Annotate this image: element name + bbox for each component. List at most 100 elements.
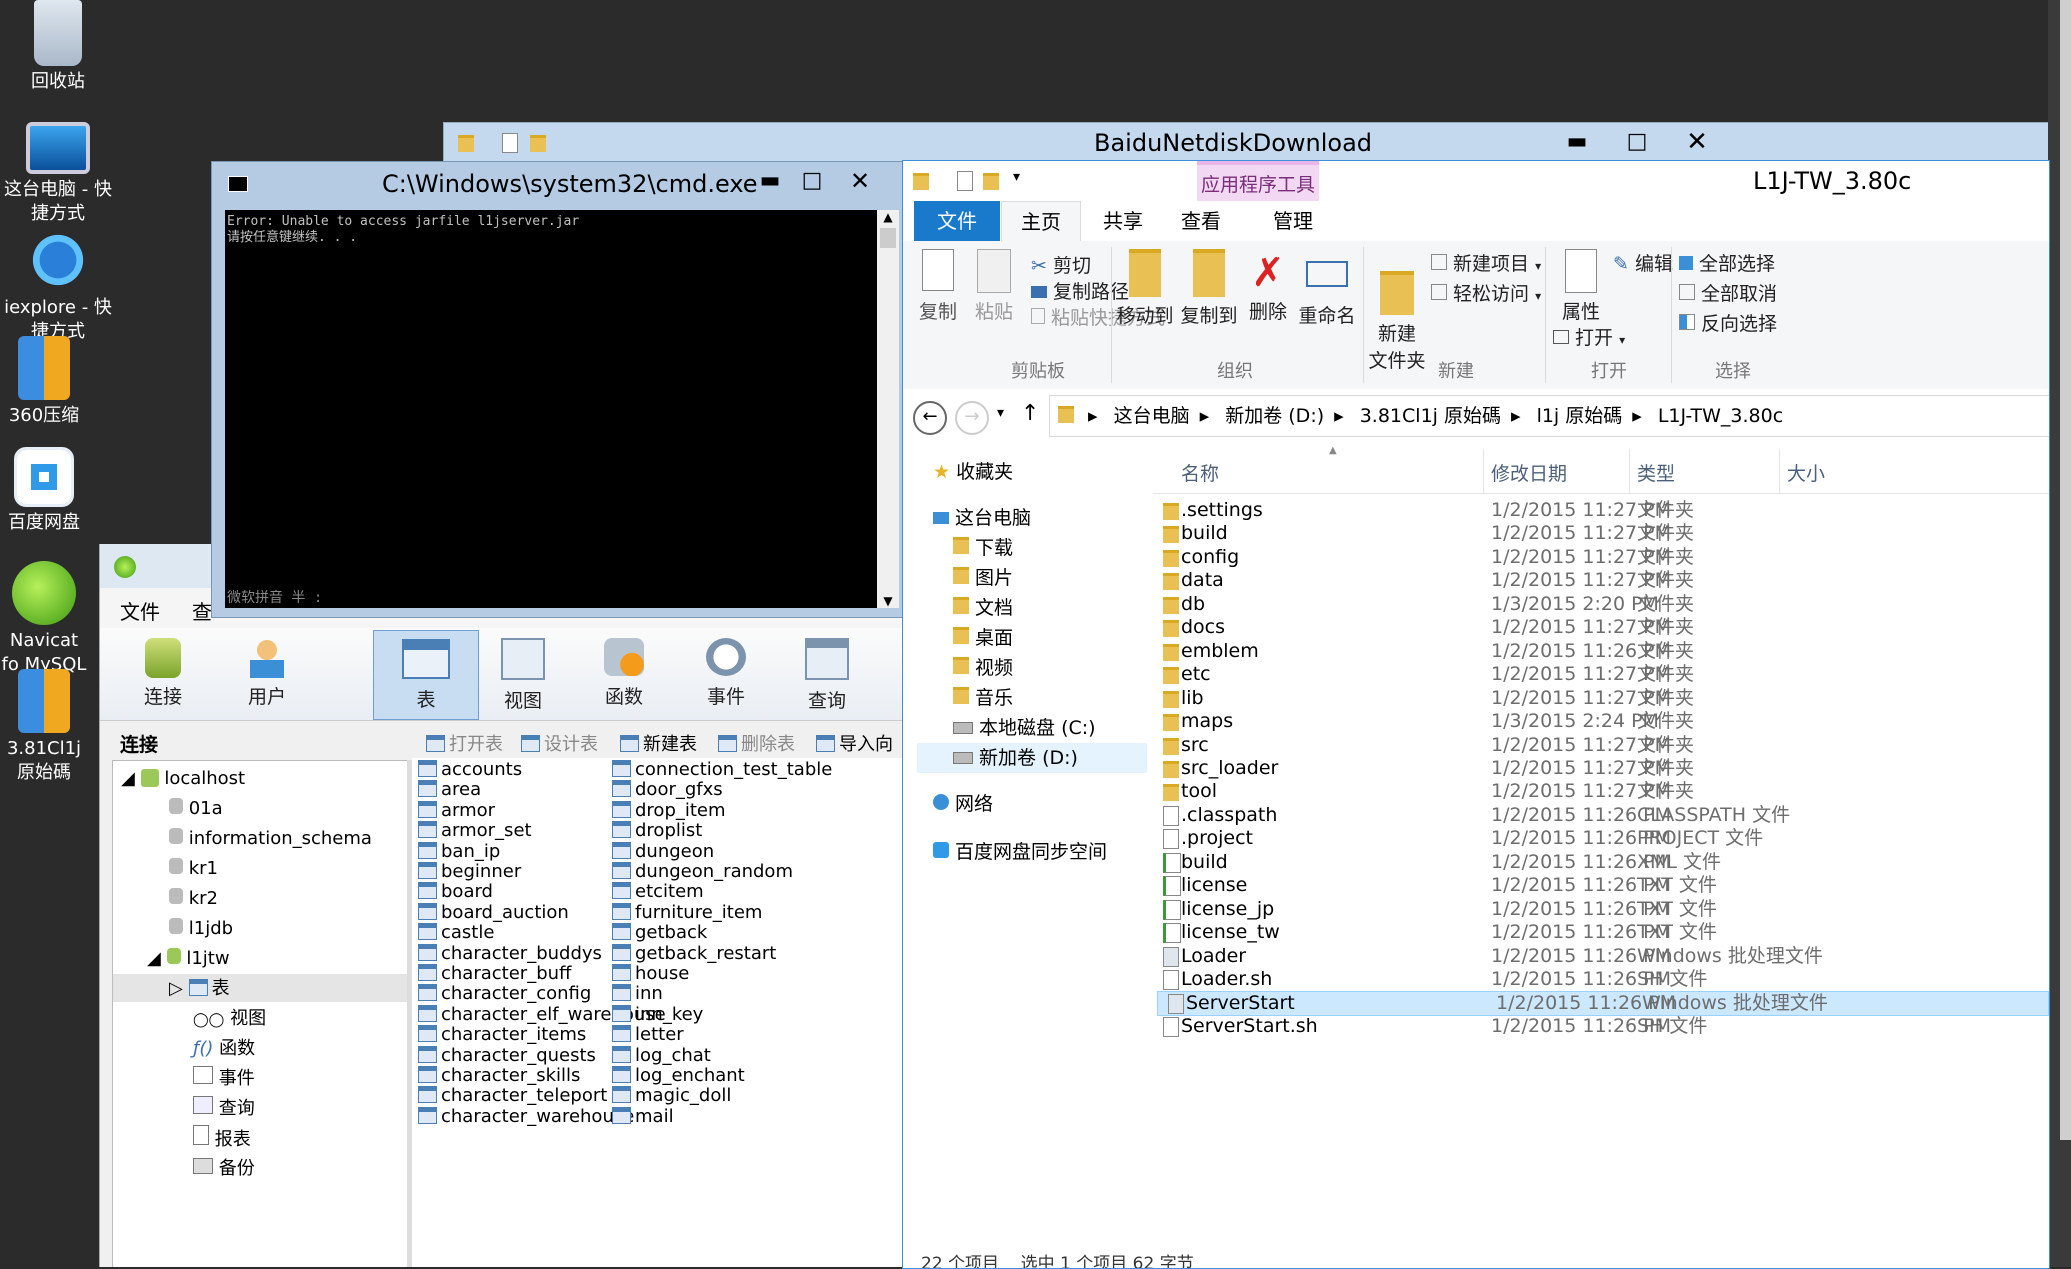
file-row[interactable]: .settings 1/2/2015 11:27 PM 文件夹: [1153, 499, 2049, 522]
new-item-button[interactable]: 新建项目 ▾: [1431, 249, 1541, 276]
connection-tree[interactable]: ◢ localhost 01a information_schema kr1 k…: [112, 760, 408, 1267]
toolbar-query-button[interactable]: 查询: [787, 638, 867, 713]
tables-list[interactable]: accounts area armor armor_set ban_ip beginner…: [412, 758, 905, 1267]
table-list-item[interactable]: getback_restart: [612, 943, 776, 964]
table-list-item[interactable]: inn: [612, 984, 663, 1004]
table-list-item[interactable]: droplist: [612, 821, 702, 841]
tree-node-backup[interactable]: 备份: [193, 1155, 255, 1182]
tree-node-db[interactable]: kr2: [169, 885, 218, 912]
table-list-item[interactable]: log_enchant: [612, 1066, 745, 1086]
table-list-item[interactable]: character_skills: [418, 1066, 580, 1086]
file-row[interactable]: build 1/2/2015 11:26 PM XML 文件: [1153, 851, 2049, 874]
toolbar-function-button[interactable]: 函数: [584, 638, 664, 709]
table-list-item[interactable]: armor_set: [418, 821, 532, 841]
minimize-button[interactable]: ▬: [1547, 123, 1607, 163]
toolbar-event-button[interactable]: 事件: [686, 638, 766, 709]
file-row[interactable]: emblem 1/2/2015 11:26 PM 文件夹: [1153, 640, 2049, 663]
file-row[interactable]: ServerStart.sh 1/2/2015 11:26 PM SH 文件: [1153, 1015, 2049, 1038]
nav-desktop[interactable]: 桌面: [953, 623, 1013, 653]
nav-documents[interactable]: 文档: [953, 593, 1013, 623]
tree-node-reports[interactable]: 报表: [193, 1125, 251, 1152]
table-list-item[interactable]: mail: [612, 1106, 674, 1127]
file-row[interactable]: src_loader 1/2/2015 11:27 PM 文件夹: [1153, 757, 2049, 780]
file-row[interactable]: .project 1/2/2015 11:26 PM PROJECT 文件: [1153, 827, 2049, 850]
column-header-size[interactable]: 大小: [1787, 459, 1825, 486]
tree-node-db[interactable]: kr1: [169, 855, 218, 882]
table-list-item[interactable]: etcitem: [612, 882, 704, 902]
table-list-item[interactable]: character_warehouse: [418, 1106, 634, 1127]
select-all-button[interactable]: 全部选择: [1679, 249, 1775, 276]
select-none-button[interactable]: 全部取消: [1679, 279, 1777, 306]
tree-node-db[interactable]: l1jdb: [169, 915, 233, 942]
column-header-date[interactable]: 修改日期: [1491, 459, 1567, 486]
tree-node-functions[interactable]: ƒ() 函数: [193, 1035, 255, 1062]
breadcrumb-item[interactable]: L1J-TW_3.80c: [1658, 405, 1783, 427]
breadcrumb-item[interactable]: 这台电脑: [1114, 405, 1190, 427]
file-row[interactable]: tool 1/2/2015 11:27 PM 文件夹: [1153, 780, 2049, 803]
nav-videos[interactable]: 视频: [953, 653, 1013, 683]
tree-node-events[interactable]: 事件: [193, 1065, 255, 1092]
desktop-icon-ie[interactable]: iexplore - 快捷方式: [0, 228, 122, 344]
recent-locations-chevron-icon[interactable]: ▾: [997, 405, 1004, 421]
table-list-item[interactable]: house: [612, 964, 689, 984]
forward-button[interactable]: →: [955, 401, 989, 435]
file-row[interactable]: config 1/2/2015 11:27 PM 文件夹: [1153, 546, 2049, 569]
table-list-item[interactable]: dungeon_random: [612, 862, 793, 882]
column-header-type[interactable]: 类型: [1637, 459, 1675, 486]
file-row[interactable]: license_jp 1/2/2015 11:26 PM TXT 文件: [1153, 898, 2049, 921]
table-list-item[interactable]: dungeon: [612, 841, 714, 862]
toolbar-connect-button[interactable]: 连接: [128, 638, 198, 709]
toolbar-view-button[interactable]: 视图: [483, 638, 563, 713]
properties-button[interactable]: 属性: [1553, 249, 1609, 324]
navicat-window[interactable]: 文件 查 连接 用户 表 视图 函数 事件 查询 连接 打开表 设计表 新建表 …: [99, 544, 905, 1267]
scroll-thumb[interactable]: [880, 228, 896, 248]
table-list-item[interactable]: furniture_item: [612, 902, 762, 923]
tree-node-db-open[interactable]: ◢ l1jtw: [147, 945, 230, 972]
open-button[interactable]: 打开 ▾: [1553, 323, 1625, 350]
file-row[interactable]: license 1/2/2015 11:26 PM TXT 文件: [1153, 874, 2049, 897]
desktop-icon-recycle-bin[interactable]: 回收站: [3, 0, 113, 94]
nav-baidu-sync[interactable]: 百度网盘同步空间: [933, 837, 1107, 867]
navigation-pane[interactable]: ★ 收藏夹 这台电脑 下载 图片 文档 桌面 视频 音乐 本地磁盘 (C:) 新…: [903, 445, 1153, 1268]
tree-node-db[interactable]: 01a: [169, 795, 223, 822]
file-row[interactable]: ServerStart 1/2/2015 11:26 PM Windows 批处理文…: [1157, 991, 2049, 1017]
tab-view[interactable]: 查看: [1161, 201, 1241, 241]
file-row[interactable]: Loader 1/2/2015 11:26 PM Windows 批处理文件: [1153, 945, 2049, 968]
scroll-down-icon[interactable]: ▼: [877, 594, 899, 608]
nav-drive-d[interactable]: 新加卷 (D:): [953, 743, 1078, 773]
table-list-item[interactable]: log_chat: [612, 1045, 711, 1066]
nav-drive-c[interactable]: 本地磁盘 (C:): [953, 713, 1096, 743]
copy-button[interactable]: 复制: [913, 249, 963, 324]
nav-network[interactable]: 网络: [933, 789, 993, 819]
desktop-icon-baidu[interactable]: 百度网盘: [0, 447, 99, 535]
nav-this-pc[interactable]: 这台电脑: [933, 503, 1031, 533]
file-row[interactable]: lib 1/2/2015 11:27 PM 文件夹: [1153, 687, 2049, 710]
tab-share[interactable]: 共享: [1083, 201, 1163, 241]
toolbar-user-button[interactable]: 用户: [232, 638, 302, 709]
baidu-download-window[interactable]: BaiduNetdiskDownload ▬ □ ✕: [443, 122, 2071, 164]
table-list-item[interactable]: character_buff: [418, 964, 571, 984]
table-list-item[interactable]: board: [418, 882, 493, 902]
breadcrumb[interactable]: ▸ 这台电脑 ▸ 新加卷 (D:) ▸ 3.81Cl1j 原始碼 ▸ l1j 原始碼 ▸…: [1049, 395, 2049, 437]
table-list-item[interactable]: castle: [418, 923, 494, 943]
file-row[interactable]: data 1/2/2015 11:27 PM 文件夹: [1153, 569, 2049, 592]
rename-button[interactable]: 重命名: [1297, 249, 1357, 328]
tree-node-localhost[interactable]: ◢ localhost: [121, 765, 245, 792]
move-to-button[interactable]: 移动到: [1115, 249, 1175, 328]
menu-file[interactable]: 文件: [120, 596, 160, 625]
table-list-item[interactable]: beginner: [418, 862, 521, 882]
delete-button[interactable]: ✗ 删除: [1243, 249, 1293, 324]
tab-file[interactable]: 文件: [914, 201, 1000, 241]
nav-downloads[interactable]: 下载: [953, 533, 1013, 563]
table-list-item[interactable]: character_quests: [418, 1045, 596, 1066]
tab-home[interactable]: 主页: [1001, 201, 1081, 241]
cmd-scrollbar[interactable]: ▲ ▼: [877, 210, 899, 608]
file-row[interactable]: src 1/2/2015 11:27 PM 文件夹: [1153, 734, 2049, 757]
chevron-down-icon[interactable]: ▾: [1013, 169, 1020, 185]
file-row[interactable]: maps 1/3/2015 2:24 PM 文件夹: [1153, 710, 2049, 733]
explorer-window[interactable]: ▾ 应用程序工具 L1J-TW_3.80c 文件 主页 共享 查看 管理 复制 …: [902, 160, 2050, 1269]
toolbar-table-button[interactable]: 表: [373, 630, 479, 720]
table-list-item[interactable]: accounts: [418, 760, 522, 780]
open-table-button[interactable]: 打开表: [426, 730, 503, 756]
cut-button[interactable]: ✂ 剪切: [1031, 251, 1091, 278]
